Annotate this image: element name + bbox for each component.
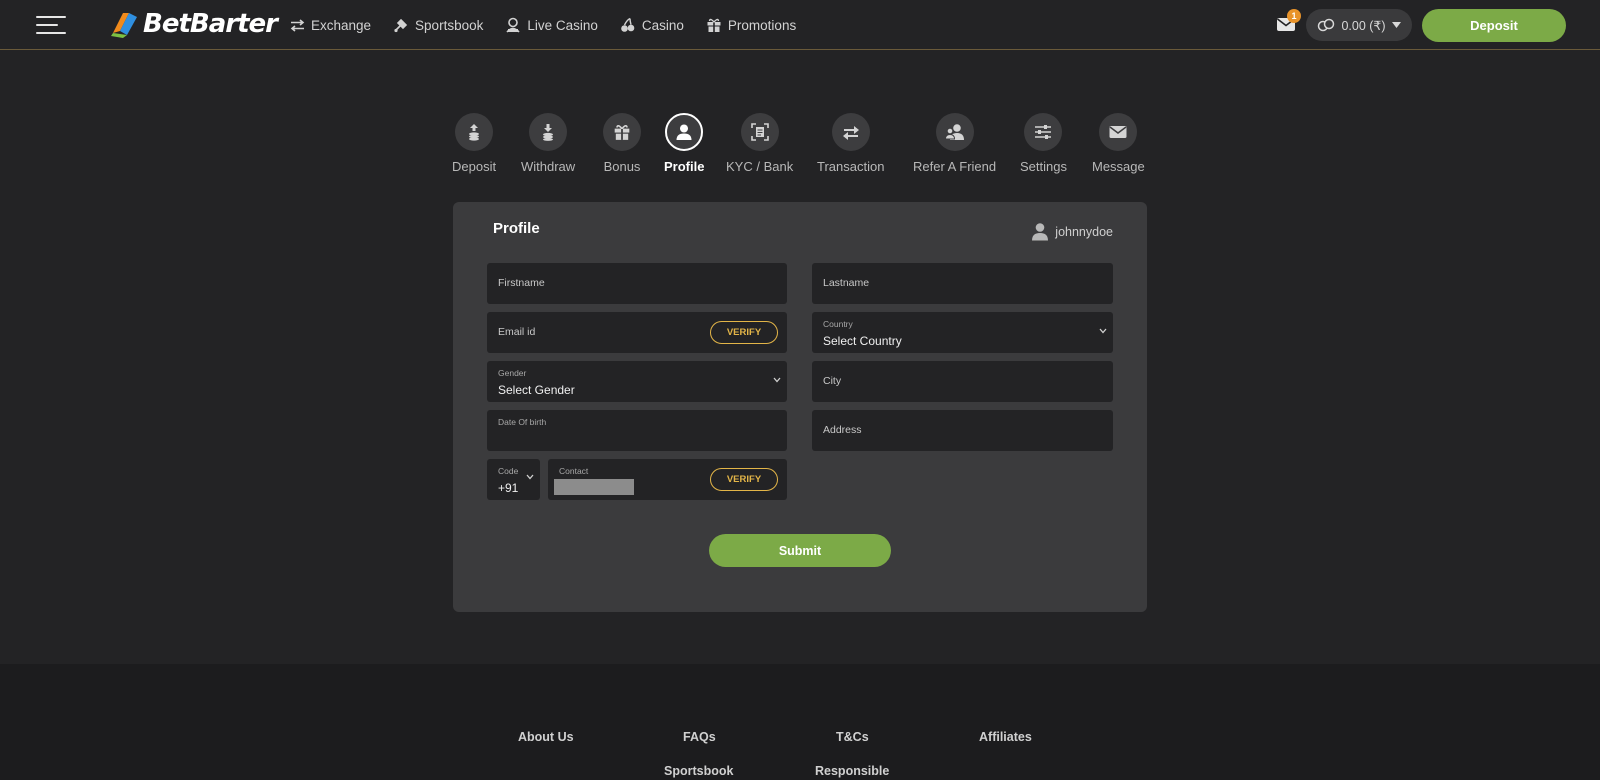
footer-link-tcs[interactable]: T&Cs <box>836 730 869 744</box>
email-placeholder: Email id <box>498 326 536 338</box>
tab-profile[interactable]: Profile <box>664 113 704 174</box>
tab-label: Withdraw <box>521 159 576 174</box>
tab-label: Deposit <box>452 159 497 174</box>
tab-label: Settings <box>1020 159 1067 174</box>
exchange-arrows-icon <box>290 18 305 32</box>
nav-promotions[interactable]: Promotions <box>706 17 796 33</box>
tab-kyc-bank[interactable]: KYC / Bank <box>726 113 793 174</box>
gender-value: Select Gender <box>498 383 575 397</box>
hamburger-menu-icon[interactable] <box>36 14 66 36</box>
gift-icon <box>707 18 721 32</box>
city-placeholder: City <box>823 375 842 387</box>
nav-exchange[interactable]: Exchange <box>290 18 371 33</box>
document-scan-icon <box>750 123 769 141</box>
wallet-balance-dropdown[interactable]: 0.00 (₹) <box>1306 9 1412 41</box>
nav-label: Casino <box>641 17 684 33</box>
nav-label: Exchange <box>311 17 372 33</box>
withdraw-icon <box>543 124 554 141</box>
contact-label: Contact <box>559 466 589 476</box>
footer-link-sportsbook[interactable]: Sportsbook <box>664 764 733 778</box>
tab-label: Bonus <box>603 159 641 174</box>
chevron-down-icon <box>526 474 534 480</box>
profile-card: Profile johnnydoe Firstname Lastname Ema… <box>453 202 1147 612</box>
tab-bonus[interactable]: Bonus <box>603 113 641 174</box>
contact-verify-button[interactable]: VERIFY <box>710 468 778 491</box>
country-code-select[interactable]: Code +91 <box>487 459 540 500</box>
footer: About Us FAQs T&Cs Affiliates Sportsbook… <box>0 664 1600 780</box>
nav-label: Live Casino <box>527 17 598 33</box>
country-select[interactable]: Country Select Country <box>812 312 1113 353</box>
tab-label: Transaction <box>817 159 885 174</box>
sliders-icon <box>1035 125 1052 139</box>
footer-link-responsible[interactable]: Responsible <box>815 764 889 778</box>
tab-transaction[interactable]: Transaction <box>817 113 884 174</box>
address-placeholder: Address <box>823 424 862 436</box>
redacted-phone-number <box>554 479 634 495</box>
tab-label: Profile <box>664 159 705 174</box>
tab-deposit[interactable]: Deposit <box>452 113 496 174</box>
gender-select[interactable]: Gender Select Gender <box>487 361 787 402</box>
nav-casino[interactable]: Casino <box>620 17 684 33</box>
city-field[interactable]: City <box>812 361 1113 402</box>
tab-label: KYC / Bank <box>726 159 794 174</box>
refer-friend-icon <box>944 124 964 140</box>
country-label: Country <box>823 319 853 329</box>
footer-link-affiliates[interactable]: Affiliates <box>979 730 1032 744</box>
email-verify-button[interactable]: VERIFY <box>710 321 778 344</box>
balance-value: 0.00 (₹) <box>1341 18 1386 33</box>
wallet-coins-icon <box>1318 18 1335 32</box>
top-header: BetBarter Exchange Sportsbook Live Casin… <box>0 0 1600 50</box>
tab-label: Refer A Friend <box>913 159 997 174</box>
transfer-arrows-icon <box>842 126 859 140</box>
logo-mark-icon <box>111 13 137 38</box>
dob-label: Date Of birth <box>498 417 547 427</box>
gender-label: Gender <box>498 368 527 378</box>
tab-settings[interactable]: Settings <box>1020 113 1067 174</box>
live-dealer-icon <box>506 17 520 33</box>
code-value: +91 <box>498 481 519 495</box>
firstname-placeholder: Firstname <box>498 277 545 289</box>
email-field[interactable]: Email id VERIFY <box>487 312 787 353</box>
chevron-down-icon <box>773 377 781 383</box>
tab-label: Message <box>1092 159 1145 174</box>
nav-label: Promotions <box>727 17 797 33</box>
country-value: Select Country <box>823 334 902 348</box>
address-field[interactable]: Address <box>812 410 1113 451</box>
nav-live-casino[interactable]: Live Casino <box>505 17 598 33</box>
contact-field[interactable]: Contact VERIFY <box>548 459 787 500</box>
tab-refer-a-friend[interactable]: Refer A Friend <box>913 113 996 174</box>
lastname-field[interactable]: Lastname <box>812 263 1113 304</box>
profile-title: Profile <box>493 220 540 237</box>
user-icon <box>676 124 692 140</box>
nav-sportsbook[interactable]: Sportsbook <box>393 17 483 33</box>
main-nav: Exchange Sportsbook Live Casino Casino P… <box>290 0 818 50</box>
caret-down-icon <box>1391 22 1401 28</box>
username-text: johnnydoe <box>1055 224 1113 239</box>
lastname-placeholder: Lastname <box>823 277 870 289</box>
username-display: johnnydoe <box>1031 222 1113 241</box>
notification-badge: 1 <box>1287 9 1301 23</box>
header-deposit-button[interactable]: Deposit <box>1422 9 1566 42</box>
footer-link-about-us[interactable]: About Us <box>518 730 574 744</box>
chevron-down-icon <box>1099 328 1107 334</box>
sportsbook-icon <box>394 18 408 33</box>
cherries-icon <box>621 17 635 32</box>
tab-message[interactable]: Message <box>1092 113 1145 174</box>
envelope-icon <box>1109 126 1127 138</box>
footer-link-faqs[interactable]: FAQs <box>683 730 716 744</box>
tab-withdraw[interactable]: Withdraw <box>521 113 575 174</box>
date-of-birth-field[interactable]: Date Of birth <box>487 410 787 451</box>
nav-label: Sportsbook <box>415 17 484 33</box>
user-icon <box>1032 223 1049 241</box>
code-label: Code <box>498 466 519 476</box>
deposit-icon <box>469 124 480 141</box>
submit-button[interactable]: Submit <box>709 534 891 567</box>
brand-logo[interactable]: BetBarter <box>109 8 278 40</box>
logo-text: BetBarter <box>143 9 278 39</box>
gift-icon <box>614 125 630 140</box>
firstname-field[interactable]: Firstname <box>487 263 787 304</box>
